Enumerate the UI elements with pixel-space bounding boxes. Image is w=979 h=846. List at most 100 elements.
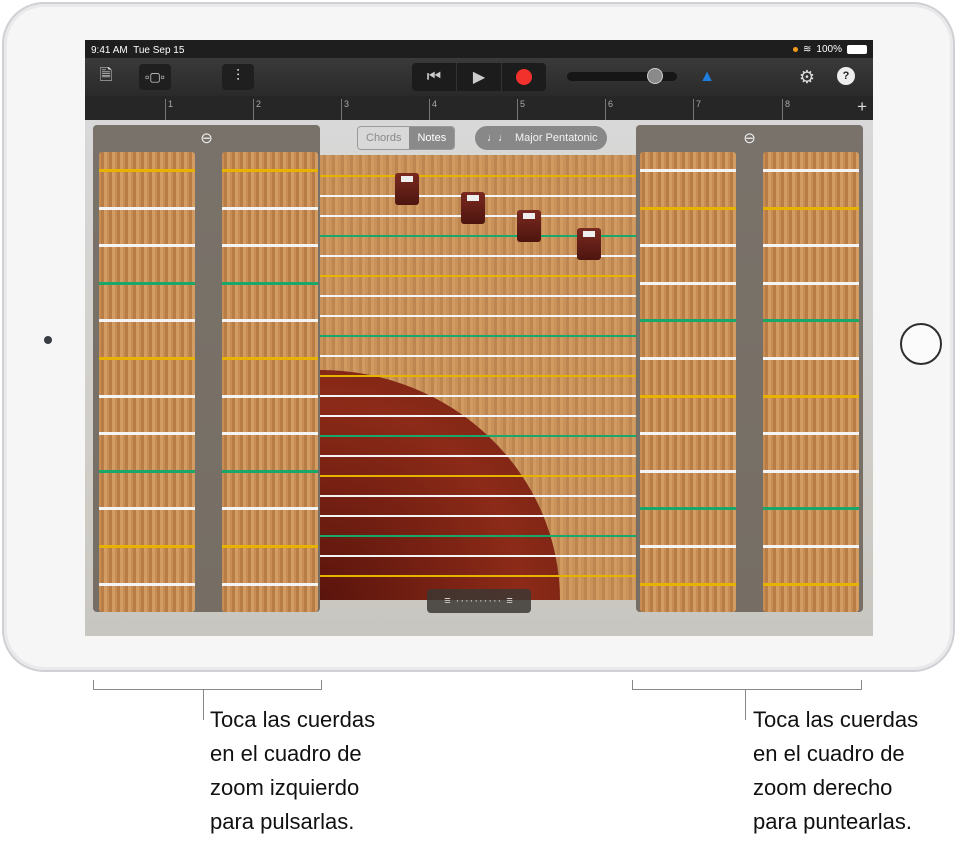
string[interactable]	[640, 357, 736, 360]
help-button[interactable]: ?	[837, 67, 855, 85]
string[interactable]	[222, 469, 318, 473]
rewind-button[interactable]: ⏮	[412, 63, 457, 91]
guzheng-string[interactable]	[320, 175, 636, 177]
mixer-button[interactable]: ⫶	[222, 64, 254, 90]
string[interactable]	[222, 244, 318, 248]
string[interactable]	[99, 432, 195, 436]
string[interactable]	[640, 206, 736, 210]
bar-1: 1	[165, 99, 173, 120]
guzheng-string[interactable]	[320, 575, 636, 577]
string[interactable]	[99, 469, 195, 473]
string[interactable]	[99, 394, 195, 398]
guzheng-string[interactable]	[320, 455, 636, 457]
right-callout-bracket	[632, 680, 862, 690]
string[interactable]	[99, 545, 195, 548]
string[interactable]	[763, 507, 859, 511]
guzheng-instrument[interactable]: ⊖ ⊖ Chords Notes ♩♩ Major Pentatonic ≡ ··…	[85, 120, 873, 636]
string[interactable]	[222, 545, 318, 548]
string[interactable]	[763, 432, 859, 436]
add-section-button[interactable]: +	[857, 97, 867, 117]
string[interactable]	[640, 432, 736, 436]
chords-tab[interactable]: Chords	[358, 127, 410, 149]
string[interactable]	[222, 432, 318, 436]
string[interactable]	[763, 169, 859, 172]
string[interactable]	[640, 545, 736, 548]
guzheng-string[interactable]	[320, 335, 636, 337]
string[interactable]	[222, 582, 318, 586]
string[interactable]	[640, 281, 736, 285]
volume-knob[interactable]	[647, 68, 663, 84]
string[interactable]	[640, 582, 736, 586]
string[interactable]	[222, 507, 318, 511]
guzheng-string[interactable]	[320, 295, 636, 297]
string[interactable]	[640, 469, 736, 473]
guzheng-string[interactable]	[320, 535, 636, 537]
guzheng-string[interactable]	[320, 375, 636, 377]
string[interactable]	[763, 357, 859, 360]
right-zoom-strip[interactable]	[640, 152, 736, 612]
string[interactable]	[99, 357, 195, 360]
guzheng-string[interactable]	[320, 315, 636, 317]
string[interactable]	[99, 507, 195, 511]
string[interactable]	[640, 394, 736, 398]
string[interactable]	[640, 319, 736, 323]
string[interactable]	[640, 244, 736, 248]
play-button[interactable]: ▶	[457, 63, 502, 91]
guzheng-string[interactable]	[320, 355, 636, 357]
string[interactable]	[763, 469, 859, 473]
scale-button[interactable]: ♩♩ Major Pentatonic	[475, 126, 607, 150]
left-zoom-strip[interactable]	[99, 152, 195, 612]
notes-tab[interactable]: Notes	[409, 127, 455, 149]
guzheng-string[interactable]	[320, 395, 636, 397]
right-zoom-strip[interactable]	[763, 152, 859, 612]
left-zoom-panel[interactable]: ⊖	[93, 125, 320, 612]
string[interactable]	[99, 281, 195, 285]
string[interactable]	[763, 545, 859, 548]
string[interactable]	[763, 206, 859, 210]
settings-button[interactable]: ⚙	[795, 64, 819, 90]
guzheng-string[interactable]	[320, 555, 636, 557]
guzheng-string[interactable]	[320, 415, 636, 417]
string[interactable]	[640, 507, 736, 511]
zoom-resize-handle[interactable]: ≡ ·········· ≡	[427, 589, 531, 613]
string[interactable]	[99, 582, 195, 586]
guzheng-string[interactable]	[320, 495, 636, 497]
record-button[interactable]	[502, 63, 546, 91]
caption-line: zoom izquierdo	[210, 775, 360, 800]
string[interactable]	[99, 319, 195, 323]
zoom-out-icon[interactable]: ⊖	[93, 129, 320, 147]
string[interactable]	[763, 582, 859, 586]
string[interactable]	[99, 244, 195, 248]
right-callout-line	[745, 690, 746, 720]
caption-line: en el cuadro de	[753, 741, 905, 766]
string[interactable]	[763, 394, 859, 398]
string[interactable]	[99, 169, 195, 172]
guzheng-string[interactable]	[320, 515, 636, 517]
timeline-ruler[interactable]: 1 2 3 4 5 6 7 8 +	[85, 96, 873, 120]
metronome-button[interactable]: ▲	[695, 64, 719, 90]
caption-line: para pulsarlas.	[210, 809, 355, 834]
string[interactable]	[222, 206, 318, 210]
guzheng-string[interactable]	[320, 275, 636, 277]
right-zoom-panel[interactable]: ⊖	[636, 125, 863, 612]
document-icon[interactable]: 🗎	[95, 64, 117, 90]
string[interactable]	[99, 206, 195, 210]
string[interactable]	[763, 319, 859, 323]
string[interactable]	[640, 169, 736, 172]
string[interactable]	[222, 394, 318, 398]
guzheng-string[interactable]	[320, 435, 636, 437]
string[interactable]	[222, 357, 318, 360]
left-zoom-strip[interactable]	[222, 152, 318, 612]
zoom-out-icon[interactable]: ⊖	[636, 129, 863, 147]
guzheng-string[interactable]	[320, 475, 636, 477]
caption-line: para puntearlas.	[753, 809, 912, 834]
bar-8: 8	[782, 99, 790, 120]
home-button[interactable]	[900, 323, 942, 365]
string[interactable]	[222, 169, 318, 172]
tracks-view-button[interactable]: ▫▢▫	[139, 64, 171, 90]
volume-slider[interactable]	[567, 68, 677, 84]
string[interactable]	[763, 281, 859, 285]
string[interactable]	[222, 281, 318, 285]
string[interactable]	[222, 319, 318, 323]
string[interactable]	[763, 244, 859, 248]
